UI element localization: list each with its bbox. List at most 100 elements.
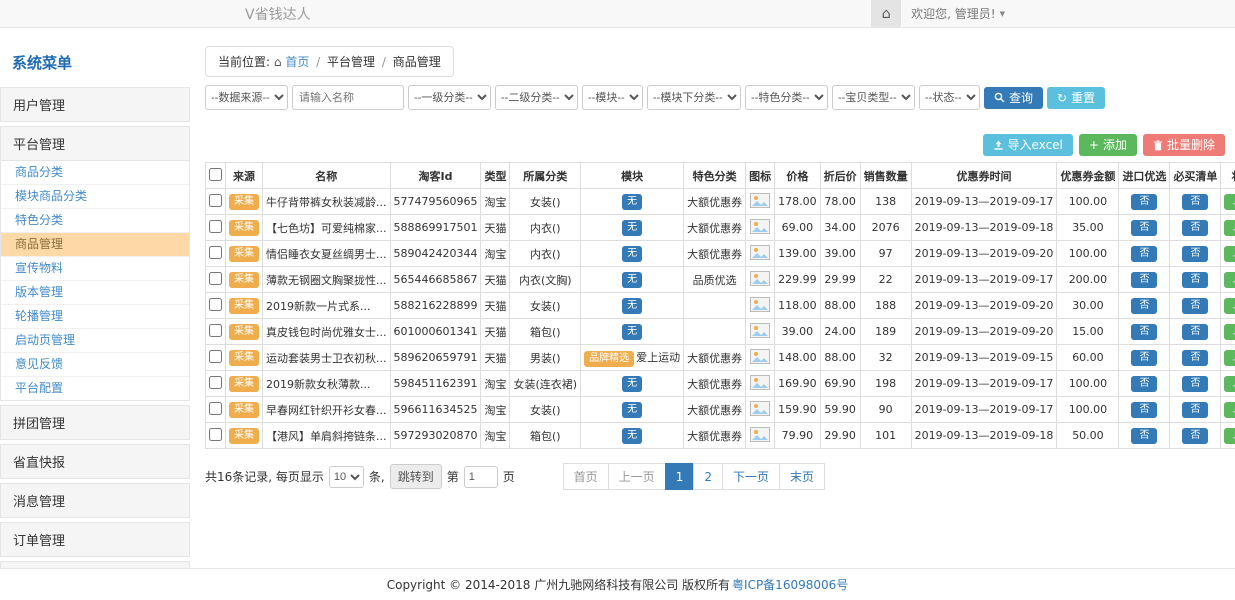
import-toggle-button[interactable]: 否 — [1131, 402, 1157, 418]
name-search-input[interactable] — [292, 85, 404, 110]
price: 118.00 — [775, 293, 821, 319]
select-all-checkbox[interactable] — [209, 168, 222, 181]
product-type: 天猫 — [481, 319, 510, 345]
add-button[interactable]: +添加 — [1079, 134, 1137, 156]
filter-select[interactable]: --特色分类-- — [745, 85, 828, 110]
source-badge: 采集 — [229, 324, 259, 340]
sidebar-group[interactable]: 拼团管理 — [0, 405, 190, 440]
import-toggle-button[interactable]: 否 — [1131, 298, 1157, 314]
mustbuy-toggle-button[interactable]: 否 — [1182, 220, 1208, 236]
copyright-text: Copyright © 2014-2018 广州九驰网络科技有限公司 版权所有 — [387, 576, 730, 593]
sidebar-group[interactable]: 省直快报 — [0, 444, 190, 479]
page-button[interactable]: 下一页 — [722, 463, 780, 490]
mustbuy-toggle-button[interactable]: 否 — [1182, 350, 1208, 366]
status-button[interactable]: 上架 — [1224, 324, 1235, 340]
row-checkbox[interactable] — [209, 324, 222, 337]
sidebar-item[interactable]: 商品管理 — [1, 233, 189, 257]
status-button[interactable]: 上架 — [1224, 298, 1235, 314]
price: 159.90 — [775, 397, 821, 423]
mustbuy-toggle-button[interactable]: 否 — [1182, 194, 1208, 210]
mustbuy-toggle-button[interactable]: 否 — [1182, 246, 1208, 262]
sidebar-item[interactable]: 版本管理 — [1, 281, 189, 305]
search-button[interactable]: 查询 — [984, 87, 1043, 109]
filter-select[interactable]: --宝贝类型-- — [832, 85, 915, 110]
taoke-id: 565446685867 — [390, 267, 481, 293]
home-button[interactable]: ⌂ — [871, 0, 901, 27]
batch-delete-button[interactable]: 批量删除 — [1143, 134, 1225, 156]
row-checkbox[interactable] — [209, 376, 222, 389]
table-row: 采集早春网红针织开衫女春...596611634525淘宝女装()无大额优惠券1… — [206, 397, 1235, 423]
price: 229.99 — [775, 267, 821, 293]
row-checkbox[interactable] — [209, 246, 222, 259]
filter-select[interactable]: --模块下分类-- — [647, 85, 741, 110]
pagination: 共16条记录, 每页显示 10 条, 跳转到 第 页 首页上一页12下一页末页 — [205, 463, 1225, 490]
status-button[interactable]: 上架 — [1224, 246, 1235, 262]
sidebar-item[interactable]: 平台配置 — [1, 377, 189, 400]
filter-select[interactable]: --二级分类-- — [495, 85, 578, 110]
status-button[interactable]: 上架 — [1224, 194, 1235, 210]
row-checkbox[interactable] — [209, 402, 222, 415]
user-menu[interactable]: 欢迎您, 管理员! ▼ — [901, 5, 1015, 22]
sidebar-item[interactable]: 轮播管理 — [1, 305, 189, 329]
jump-button[interactable]: 跳转到 — [390, 464, 442, 489]
product-type: 天猫 — [481, 345, 510, 371]
sidebar-group[interactable]: 订单管理 — [0, 522, 190, 557]
mustbuy-toggle-button[interactable]: 否 — [1182, 376, 1208, 392]
page-size-select[interactable]: 10 — [329, 466, 364, 488]
icp-link[interactable]: 粤ICP备16098006号 — [732, 576, 848, 593]
sidebar-item[interactable]: 宣传物料 — [1, 257, 189, 281]
mustbuy-toggle-button[interactable]: 否 — [1182, 324, 1208, 340]
coupon-amount: 35.00 — [1057, 215, 1119, 241]
topbar: V省钱达人 ⌂ 欢迎您, 管理员! ▼ — [0, 0, 1235, 28]
import-toggle-button[interactable]: 否 — [1131, 194, 1157, 210]
mustbuy-toggle-button[interactable]: 否 — [1182, 298, 1208, 314]
sidebar-item[interactable]: 启动页管理 — [1, 329, 189, 353]
page-button[interactable]: 1 — [665, 463, 695, 490]
price: 148.00 — [775, 345, 821, 371]
row-checkbox[interactable] — [209, 428, 222, 441]
import-excel-button[interactable]: 导入excel — [983, 134, 1073, 156]
import-toggle-button[interactable]: 否 — [1131, 376, 1157, 392]
status-button[interactable]: 上架 — [1224, 220, 1235, 236]
sidebar-group[interactable]: 消息管理 — [0, 483, 190, 518]
sidebar-item[interactable]: 模块商品分类 — [1, 185, 189, 209]
status-button[interactable]: 上架 — [1224, 272, 1235, 288]
filter-select[interactable]: --数据来源-- — [205, 85, 288, 110]
filter-select[interactable]: --状态-- — [919, 85, 980, 110]
filter-select[interactable]: --模块-- — [582, 85, 643, 110]
coupon-amount: 100.00 — [1057, 397, 1119, 423]
import-toggle-button[interactable]: 否 — [1131, 324, 1157, 340]
row-checkbox[interactable] — [209, 272, 222, 285]
sidebar-item[interactable]: 特色分类 — [1, 209, 189, 233]
page-jump-input[interactable] — [464, 466, 498, 488]
page-button[interactable]: 末页 — [779, 463, 825, 490]
row-checkbox[interactable] — [209, 220, 222, 233]
breadcrumb-separator: / — [382, 55, 386, 69]
mustbuy-toggle-button[interactable]: 否 — [1182, 402, 1208, 418]
import-toggle-button[interactable]: 否 — [1131, 350, 1157, 366]
row-checkbox[interactable] — [209, 350, 222, 363]
import-toggle-button[interactable]: 否 — [1131, 272, 1157, 288]
status-button[interactable]: 上架 — [1224, 350, 1235, 366]
status-button[interactable]: 上架 — [1224, 428, 1235, 444]
row-checkbox[interactable] — [209, 298, 222, 311]
status-button[interactable]: 上架 — [1224, 376, 1235, 392]
page-button[interactable]: 上一页 — [608, 463, 666, 490]
import-toggle-button[interactable]: 否 — [1131, 428, 1157, 444]
sidebar-item[interactable]: 商品分类 — [1, 161, 189, 185]
page-button[interactable]: 2 — [693, 463, 723, 490]
filter-select[interactable]: --一级分类-- — [408, 85, 491, 110]
mustbuy-toggle-button[interactable]: 否 — [1182, 428, 1208, 444]
page-button[interactable]: 首页 — [563, 463, 609, 490]
coupon-time: 2019-09-13—2019-09-17 — [911, 371, 1057, 397]
status-button[interactable]: 上架 — [1224, 402, 1235, 418]
sidebar-group[interactable]: 用户管理 — [0, 87, 190, 122]
import-toggle-button[interactable]: 否 — [1131, 220, 1157, 236]
import-toggle-button[interactable]: 否 — [1131, 246, 1157, 262]
sidebar-group[interactable]: 平台管理 — [0, 126, 190, 161]
sidebar-item[interactable]: 意见反馈 — [1, 353, 189, 377]
reset-button[interactable]: ↻重置 — [1047, 87, 1105, 109]
row-checkbox[interactable] — [209, 194, 222, 207]
breadcrumb-home-link[interactable]: 首页 — [285, 55, 309, 69]
mustbuy-toggle-button[interactable]: 否 — [1182, 272, 1208, 288]
